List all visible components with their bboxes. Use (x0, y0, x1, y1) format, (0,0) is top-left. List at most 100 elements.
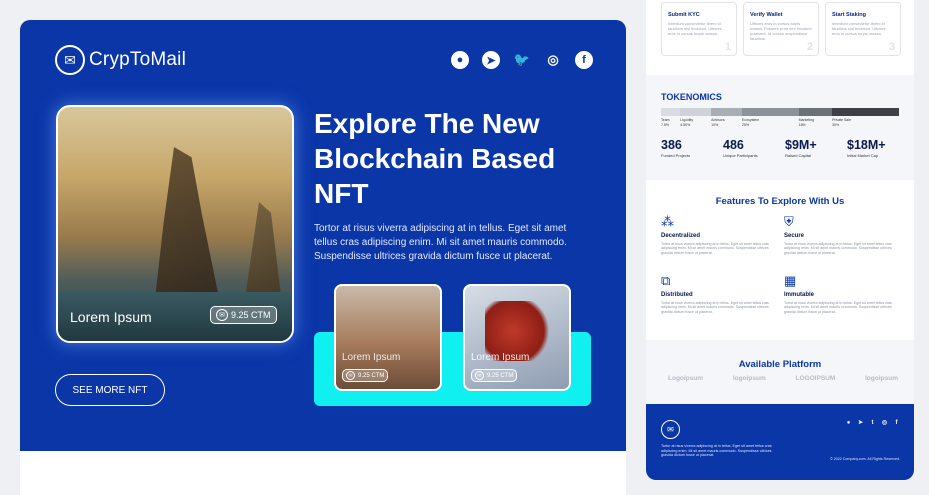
feature-name: Distributed (661, 292, 693, 298)
see-more-nft-button[interactable]: SEE MORE NFT (55, 374, 165, 406)
stat: $18M+ Initial Market Cap (847, 138, 909, 158)
nft-price: ✉ 9.25 CTM (471, 369, 518, 382)
instagram-icon[interactable]: ◎ (881, 420, 888, 427)
reddit-icon[interactable]: ● (451, 51, 469, 69)
hero-description: Tortor at risus viverra adipiscing at in… (314, 223, 567, 262)
stat: 386 Funded Projects (661, 138, 723, 158)
nft-card[interactable]: Lorem Ipsum ✉ 9.25 CTM (334, 284, 442, 391)
footer: ✉ ● ➤ t ◎ f Tortor at risus viverra adip… (646, 404, 914, 480)
stat: 486 Unique Participants (723, 138, 785, 158)
tokenomics-segment (711, 108, 743, 116)
stat-label: Unique Participants (723, 153, 758, 158)
nft-price: ✉ 9.25 CTM (342, 369, 389, 382)
step-card: Start Staking Interdum consectetur liber… (825, 2, 901, 56)
ctm-coin-icon: ✉ (475, 371, 484, 380)
cubes-icon: ⧉ (661, 273, 671, 288)
reddit-icon[interactable]: ● (845, 420, 852, 427)
stat-label: Initial Market Cap (847, 153, 879, 158)
feature-desc: Tortor at risus viverra adipiscing at in… (661, 301, 769, 314)
mail-coin-icon[interactable]: ✉ (661, 420, 680, 439)
feature-name: Immutable (784, 292, 815, 298)
tokenomics-segment (832, 108, 899, 116)
network-icon: ⁂ (661, 214, 674, 229)
shield-icon: ⛨ (784, 214, 794, 229)
page-preview: Submit KYC Interdum consectetur libero i… (646, 0, 914, 480)
facebook-icon[interactable]: f (893, 420, 900, 427)
tokenomics-bar (661, 108, 899, 116)
steps-row: Submit KYC Interdum consectetur libero i… (661, 2, 901, 56)
tokenomics-label: Ecosystem 25% (742, 118, 760, 127)
price-label: 9.25 CTM (358, 372, 385, 379)
brand-name: CrypToMail (89, 49, 187, 70)
instagram-icon[interactable]: ◎ (544, 51, 562, 69)
tokenomics-label: Advisors 10% (711, 118, 725, 127)
tokenomics-segment (742, 108, 799, 116)
page-continuation (20, 451, 626, 495)
nft-card[interactable]: Lorem Ipsum ✉ 9.25 CTM (463, 284, 571, 391)
feature-item: ⛨ Secure Tortor at risus viverra adipisc… (784, 213, 899, 255)
step-number: 3 (888, 41, 895, 53)
nft-name: Lorem Ipsum (342, 352, 401, 363)
social-links: ● ➤ 🐦 ◎ f (451, 51, 593, 69)
features-title: Features To Explore With Us (715, 196, 845, 207)
tokenomics-segment (661, 108, 681, 116)
tokenomics-label: Liquidity 4.50% (680, 118, 694, 127)
footer-social-links: ● ➤ t ◎ f (845, 420, 900, 427)
stat-value: $9M+ (785, 138, 817, 152)
tokenomics-segment (798, 108, 833, 116)
brand-logo[interactable]: ✉ CrypToMail (55, 45, 186, 75)
feature-name: Secure (784, 233, 805, 239)
stat-value: 386 (661, 138, 682, 152)
hero-section: ✉ CrypToMail ● ➤ 🐦 ◎ f Lorem Ipsum ✉ 9.2… (20, 20, 626, 451)
hero-title: Explore The New Blockchain Based NFT (314, 108, 556, 209)
telegram-icon[interactable]: ➤ (857, 420, 864, 427)
ctm-coin-icon: ✉ (216, 309, 228, 321)
partner-logo[interactable]: Logoipsum (668, 375, 703, 382)
facebook-icon[interactable]: f (575, 51, 593, 69)
main-nft-card[interactable]: Lorem Ipsum ✉ 9.25 CTM (56, 105, 294, 343)
footer-description: Tortor at risus viverra adipiscing at in… (661, 444, 772, 458)
copyright: © 2022 Company.com. All Rights Reserved. (830, 457, 900, 461)
partner-logo[interactable]: logoipsum (733, 375, 766, 382)
tokenomics-segment (680, 108, 712, 116)
twitter-icon[interactable]: 🐦 (513, 51, 531, 69)
tokenomics-label: Marketing 18% (798, 118, 815, 127)
tokenomics-label: Private Sale 30% (832, 118, 851, 127)
stat: $9M+ Raised Capital (785, 138, 847, 158)
feature-item: ⧉ Distributed Tortor at risus viverra ad… (661, 272, 776, 314)
feature-desc: Tortor at risus viverra adipiscing at in… (784, 301, 892, 314)
price-label: 9.25 CTM (231, 310, 271, 320)
feature-item: ⁂ Decentralized Tortor at risus viverra … (661, 213, 776, 255)
tokenomics-label: Team 7.5% (661, 118, 670, 127)
platform-title: Available Platform (738, 359, 822, 370)
mail-coin-icon: ✉ (55, 45, 85, 75)
price-label: 9.25 CTM (487, 372, 514, 379)
platform-logos: Logoipsum logoipsum LOGOIPSUM logoipsum (668, 375, 898, 382)
main-nft-name: Lorem Ipsum (70, 309, 152, 325)
telegram-icon[interactable]: ➤ (482, 51, 500, 69)
step-desc: Ultrices eros in cursus turpis massa. Po… (750, 21, 812, 41)
step-title: Submit KYC (668, 12, 700, 18)
partner-logo[interactable]: logoipsum (865, 375, 898, 382)
stat-label: Raised Capital (785, 153, 812, 158)
twitter-icon[interactable]: t (869, 420, 876, 427)
stat-value: $18M+ (847, 138, 886, 152)
feature-name: Decentralized (661, 233, 701, 239)
ctm-coin-icon: ✉ (346, 371, 355, 380)
step-title: Verify Wallet (750, 12, 783, 18)
step-title: Start Staking (832, 12, 866, 18)
step-desc: Interdum consectetur libero id faucibus … (832, 21, 886, 36)
stats-row: 386 Funded Projects 486 Unique Participant… (661, 138, 909, 158)
partner-logo[interactable]: LOGOIPSUM (796, 375, 836, 382)
step-card: Verify Wallet Ultrices eros in cursus tu… (743, 2, 819, 56)
step-card: Submit KYC Interdum consectetur libero i… (661, 2, 737, 56)
platform-section (646, 340, 914, 404)
stat-label: Funded Projects (661, 153, 691, 158)
feature-desc: Tortor at risus viverra adipiscing at in… (661, 242, 769, 255)
feature-item: ▦ Immutable Tortor at risus viverra adip… (784, 272, 899, 314)
blocks-icon: ▦ (784, 273, 797, 288)
step-desc: Interdum consectetur libero id faucibus … (668, 21, 722, 36)
tokenomics-title: TOKENOMICS (661, 92, 722, 102)
step-number: 2 (806, 41, 813, 53)
step-number: 1 (724, 41, 731, 53)
